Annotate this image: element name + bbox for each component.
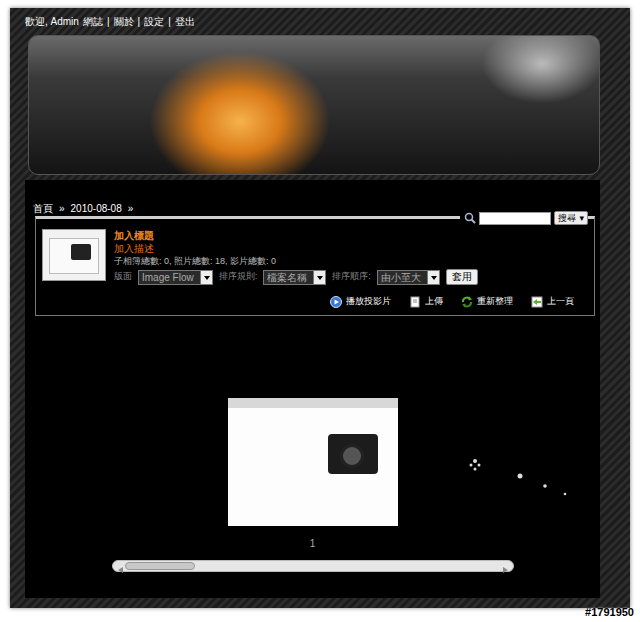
upload-icon bbox=[409, 296, 421, 308]
control-label: 排序順序: bbox=[332, 270, 371, 284]
album-description[interactable]: 加入描述 bbox=[114, 242, 478, 255]
album-controls: 版面 Image Flow 排序規則: 檔案名稱 排序順序: 由小至大 套用 bbox=[114, 269, 478, 285]
play-icon bbox=[330, 296, 342, 308]
action-label: 重新整理 bbox=[477, 295, 513, 309]
action-label: 上傳 bbox=[425, 295, 443, 309]
separator: | bbox=[138, 14, 141, 29]
photo-band bbox=[228, 398, 398, 408]
action-label: 播放投影片 bbox=[346, 295, 391, 309]
album-thumbnail[interactable] bbox=[42, 229, 106, 281]
action-play[interactable]: 播放投影片 bbox=[330, 295, 391, 309]
separator: | bbox=[107, 14, 110, 29]
photo-caption: 1 bbox=[25, 538, 600, 550]
control-label: 排序規則: bbox=[219, 270, 258, 284]
image-flow-viewer: 1 bbox=[25, 316, 600, 572]
main-area: 首頁 » 2010-08-08 » 加入標題加入描述子相簿總數: 0, 照片總數: 18… bbox=[25, 180, 600, 598]
greeting: 歡迎, Admin bbox=[25, 14, 79, 29]
search-button-label: 搜尋 bbox=[558, 212, 576, 224]
select-value: Image Flow bbox=[142, 271, 200, 284]
select-value: 由小至大 bbox=[381, 271, 427, 284]
photo-lens bbox=[340, 444, 364, 468]
right-arrow-icon bbox=[499, 565, 511, 575]
current-photo[interactable] bbox=[228, 398, 398, 526]
search-box: 搜尋▾ bbox=[460, 209, 588, 227]
search-arrow: ▾ bbox=[579, 212, 584, 224]
breadcrumb-item[interactable]: 首頁 bbox=[33, 201, 53, 216]
breadcrumb-separator: » bbox=[59, 201, 65, 216]
page-frame: 歡迎, Admin網誌|關於|設定|登出首頁»2010-08-08»加入標題加入… bbox=[10, 8, 630, 608]
top-link[interactable]: 設定 bbox=[144, 14, 164, 29]
album-header: 加入標題加入描述子相簿總數: 0, 照片總數: 18, 影片總數: 0 版面 Ima… bbox=[42, 229, 588, 285]
top-link[interactable]: 關於 bbox=[114, 14, 134, 29]
select-value: 檔案名稱 bbox=[267, 271, 313, 284]
header-banner bbox=[28, 35, 600, 175]
refresh-icon bbox=[461, 296, 473, 308]
control-label: 版面 bbox=[114, 270, 132, 284]
watermark: #1791950 bbox=[585, 604, 634, 621]
top-links: 歡迎, Admin網誌|關於|設定|登出 bbox=[25, 8, 628, 35]
album-title[interactable]: 加入標題 bbox=[114, 229, 478, 242]
breadcrumb-item[interactable]: 2010-08-08 bbox=[71, 201, 122, 216]
dropdown-arrow-icon bbox=[313, 271, 325, 284]
scrollbar-track[interactable] bbox=[112, 560, 514, 572]
action-back[interactable]: 上一頁 bbox=[531, 295, 574, 309]
action-refresh[interactable]: 重新整理 bbox=[461, 295, 513, 309]
top-link[interactable]: 登出 bbox=[175, 14, 195, 29]
search-button[interactable]: 搜尋▾ bbox=[554, 211, 588, 225]
thumbnail-camera bbox=[71, 244, 91, 260]
search-input[interactable] bbox=[479, 212, 551, 225]
apply-button[interactable]: 套用 bbox=[446, 269, 478, 285]
scroll-right-icon[interactable] bbox=[499, 561, 511, 571]
album-stats: 子相簿總數: 0, 照片總數: 18, 影片總數: 0 bbox=[114, 255, 478, 268]
back-icon bbox=[531, 296, 543, 308]
dropdown-arrow-icon bbox=[427, 271, 439, 284]
control-select[interactable]: 由小至大 bbox=[377, 270, 440, 285]
breadcrumb-separator: » bbox=[128, 201, 134, 216]
dropdown-arrow-icon bbox=[200, 271, 212, 284]
control-select[interactable]: 檔案名稱 bbox=[263, 270, 326, 285]
action-label: 上一頁 bbox=[547, 295, 574, 309]
scrollbar-thumb[interactable] bbox=[125, 562, 195, 570]
magnifier-icon bbox=[464, 212, 476, 224]
loading-spinner-icon bbox=[465, 456, 575, 506]
album-panel: 加入標題加入描述子相簿總數: 0, 照片總數: 18, 影片總數: 0 版面 Ima… bbox=[35, 216, 595, 316]
separator: | bbox=[168, 14, 171, 29]
action-bar: 播放投影片 上傳 重新整理 上一頁 bbox=[42, 295, 588, 309]
action-upload[interactable]: 上傳 bbox=[409, 295, 443, 309]
album-info: 加入標題加入描述子相簿總數: 0, 照片總數: 18, 影片總數: 0 版面 Ima… bbox=[114, 229, 478, 285]
control-select[interactable]: Image Flow bbox=[138, 270, 213, 285]
top-link[interactable]: 網誌 bbox=[83, 14, 103, 29]
